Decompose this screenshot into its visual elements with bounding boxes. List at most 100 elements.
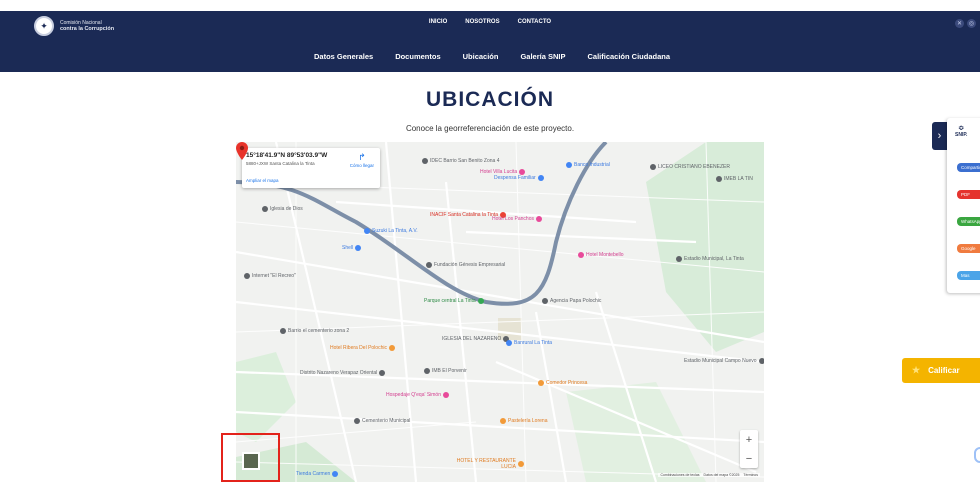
enlarge-map-link[interactable]: Ampliar el mapa (246, 178, 279, 183)
map-poi[interactable]: Comedor Princesa (538, 380, 587, 386)
map-poi[interactable]: Hotel Ribera Del Polochic (330, 345, 395, 351)
pdf-button[interactable]: PDF (957, 190, 980, 199)
poi-label: Hotel Ribera Del Polochic (330, 345, 387, 351)
keyboard-shortcuts-link[interactable]: Combinaciones de teclas (660, 473, 699, 477)
zoom-out-button[interactable]: − (740, 449, 758, 468)
top-nav: INICIO NOSOTROS CONTACTO (0, 19, 980, 25)
poi-label: Hospedaje Q'eqa' Simón (386, 392, 441, 398)
gas-station-icon (355, 245, 362, 251)
map-poi[interactable]: Parque central La Tinta (424, 298, 484, 304)
shop-icon (364, 228, 370, 234)
poi-label: Estadio Municipal Campo Nuevo (684, 358, 757, 364)
poi-label: IMEB LA TIN (724, 176, 753, 182)
map-poi[interactable]: Hotel Los Panchos (492, 216, 542, 222)
map-poi[interactable]: Suzuki La Tinta, A.V. (364, 228, 418, 234)
map-poi[interactable]: Fundación Génesis Empresarial (426, 262, 505, 268)
snip-icon: ≎ (958, 125, 965, 132)
place-icon (542, 298, 548, 304)
zoom-in-button[interactable]: + (740, 430, 758, 449)
section-nav: Datos Generales Documentos Ubicación Gal… (0, 52, 980, 61)
tab-calificacion-ciudadana[interactable]: Calificación Ciudadana (587, 52, 670, 61)
map-data-credit: Datos del mapa ©2025 (703, 473, 740, 477)
map-poi[interactable]: Pastelería Lorena (500, 418, 547, 424)
map-poi[interactable]: Agencia Papa Polochic (542, 298, 601, 304)
whatsapp-button[interactable]: WhatsApp (957, 217, 980, 226)
poi-label: Pastelería Lorena (508, 418, 548, 424)
place-icon (422, 158, 428, 164)
poi-label: IMB El Porvenir (432, 368, 467, 374)
map-address: 5880+JXW Santa Catalina la Tinta (246, 161, 315, 166)
tab-documentos[interactable]: Documentos (395, 52, 440, 61)
poi-label: Hotel Montebello (586, 252, 624, 258)
map-poi[interactable]: Internet "El Recreo" (244, 273, 296, 279)
map-poi[interactable]: IGLESIA DEL NAZARENO (442, 336, 510, 342)
snip-label: SNIP. (955, 132, 968, 138)
poi-label: HOTEL Y RESTAURANTE LUCIA (456, 458, 516, 470)
map-poi[interactable]: Estadio Municipal, La Tinta (676, 256, 744, 262)
poi-label: Agencia Papa Polochic (550, 298, 602, 304)
nav-inicio[interactable]: INICIO (429, 19, 447, 25)
share-button[interactable]: Compartir (957, 163, 980, 172)
map-poi[interactable]: Estadio Municipal Campo Nuevo (684, 358, 764, 364)
tab-galeria-snip[interactable]: Galería SNIP (520, 52, 565, 61)
map-poi[interactable]: Barrio el cementerio zona 2 (280, 328, 349, 334)
map-poi[interactable]: Hotel Montebello (578, 252, 624, 258)
school-icon (424, 368, 430, 374)
terms-link[interactable]: Términos (743, 473, 758, 477)
chevron-right-icon[interactable]: › (932, 122, 947, 150)
place-icon (426, 262, 432, 268)
location-pin-icon[interactable] (236, 142, 248, 160)
stadium-icon (758, 358, 764, 364)
map-poi[interactable]: Cementerio Municipal (354, 418, 410, 424)
directions-button[interactable]: ↱ Cómo llegar (350, 152, 374, 168)
map-poi[interactable]: IMEB LA TIN (716, 176, 753, 182)
map-coordinates: 15°18'41.9"N 89°53'03.9"W (246, 152, 328, 159)
bank-icon (506, 340, 512, 346)
instagram-icon[interactable]: ◎ (967, 19, 976, 28)
map-poi[interactable]: Distrito Nazareno Verapaz Oriental (300, 370, 386, 376)
poi-label: IGLESIA DEL NAZARENO (442, 336, 502, 342)
map-poi[interactable]: IDEC Barrio San Benito Zona 4 (422, 158, 499, 164)
map-poi[interactable]: Hospedaje Q'eqa' Simón (386, 392, 449, 398)
more-button[interactable]: Mas (957, 271, 980, 280)
school-icon (650, 164, 656, 170)
nav-nosotros[interactable]: NOSOTROS (465, 19, 499, 25)
shop-icon (537, 175, 544, 181)
poi-label: Hotel Los Panchos (492, 216, 534, 222)
x-icon[interactable]: ✕ (955, 19, 964, 28)
map-poi[interactable]: Banrural La Tinta (506, 340, 552, 346)
nav-contacto[interactable]: CONTACTO (518, 19, 551, 25)
poi-label: Barrio el cementerio zona 2 (288, 328, 350, 334)
cemetery-icon (354, 418, 360, 424)
logo-line2: contra la Corrupción (60, 26, 115, 32)
map-poi[interactable]: Tienda Carmen (296, 471, 339, 477)
park-icon (477, 298, 484, 304)
restaurant-icon (518, 461, 524, 467)
map-poi[interactable]: IMB El Porvenir (424, 368, 467, 374)
embedded-map[interactable]: 15°18'41.9"N 89°53'03.9"W 5880+JXW Santa… (236, 142, 764, 482)
tab-datos-generales[interactable]: Datos Generales (314, 52, 373, 61)
poi-label: Fundación Génesis Empresarial (434, 262, 506, 268)
map-poi[interactable]: Shell (342, 245, 362, 251)
site-header: ✦ Comisión Nacional contra la Corrupción… (0, 11, 980, 72)
poi-label: Distrito Nazareno Verapaz Oriental (300, 370, 378, 376)
tab-ubicacion[interactable]: Ubicación (463, 52, 499, 61)
poi-label: Parque central La Tinta (424, 298, 476, 304)
map-poi[interactable]: LICEO CRISTIANO EBENEZER (650, 164, 730, 170)
map-info-card: 15°18'41.9"N 89°53'03.9"W 5880+JXW Santa… (242, 148, 380, 188)
poi-label: Comedor Princesa (546, 380, 588, 386)
chat-widget-button[interactable] (974, 447, 980, 463)
star-icon: ★ (912, 365, 921, 375)
map-background (236, 142, 764, 482)
bank-icon (566, 162, 572, 168)
calificar-button[interactable]: ★ Calificar (902, 358, 980, 383)
map-poi[interactable]: Banco Industrial (566, 162, 610, 168)
directions-label: Cómo llegar (349, 163, 374, 168)
map-poi[interactable]: Iglesia de Dios (262, 206, 303, 212)
stadium-icon (676, 256, 682, 262)
restaurant-icon (538, 380, 544, 386)
map-poi[interactable]: HOTEL Y RESTAURANTE LUCIA (454, 458, 524, 470)
google-button[interactable]: Google (957, 244, 980, 253)
map-poi[interactable]: Despensa Familiar (494, 175, 544, 181)
poi-label: Tienda Carmen (296, 471, 331, 477)
